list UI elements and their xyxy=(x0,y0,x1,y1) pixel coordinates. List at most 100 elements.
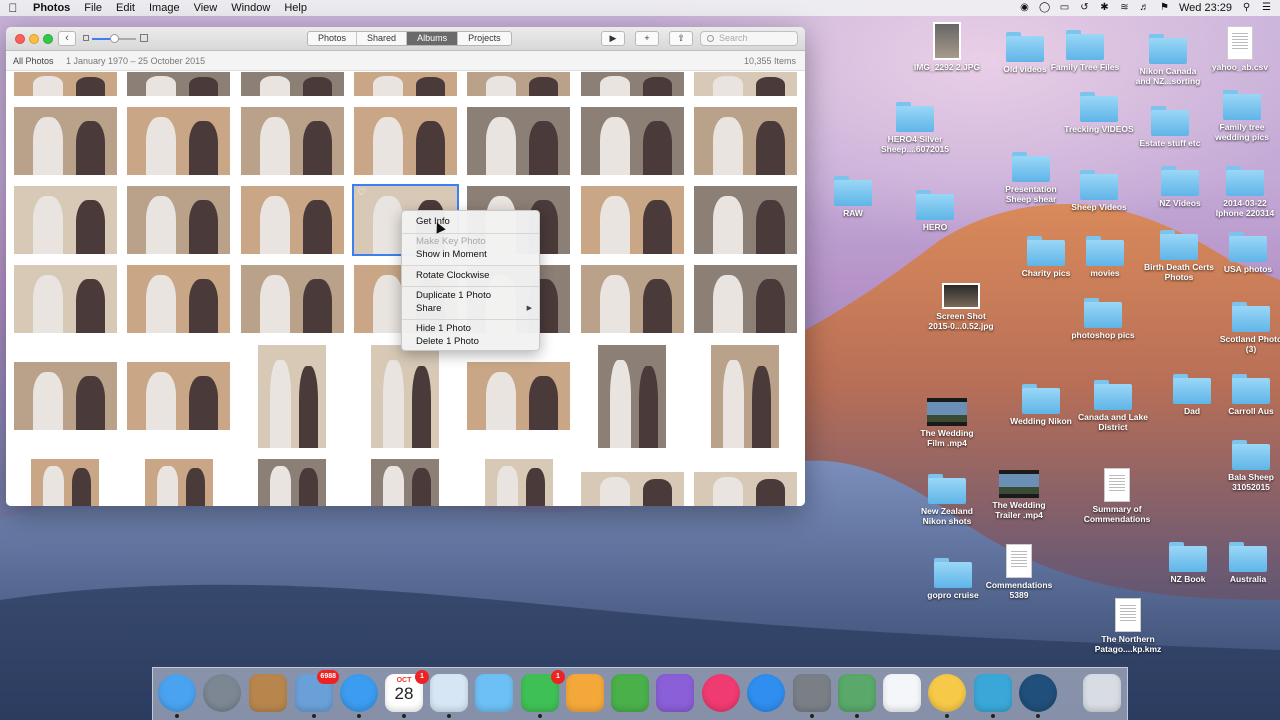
photo-thumbnail[interactable] xyxy=(258,345,326,448)
photo-thumbnail[interactable] xyxy=(241,186,344,254)
desktop-icon[interactable]: Scotland Photo (3) xyxy=(1216,302,1280,354)
desktop-icon[interactable]: NZ Videos xyxy=(1145,166,1215,208)
tab-shared[interactable]: Shared xyxy=(357,32,408,45)
menu-item-share[interactable]: Share xyxy=(416,303,441,315)
photo-thumbnail[interactable] xyxy=(127,362,230,430)
desktop-icon[interactable]: Bala Sheep 31052015 xyxy=(1216,440,1280,492)
photo-thumbnail[interactable] xyxy=(127,265,230,333)
mail-icon[interactable]: 6988 xyxy=(295,670,339,712)
menu-help[interactable]: Help xyxy=(277,0,314,16)
photo-thumbnail[interactable] xyxy=(581,472,684,506)
photo-thumbnail[interactable] xyxy=(467,72,570,96)
minimize-button[interactable] xyxy=(29,34,39,44)
photo-thumbnail[interactable] xyxy=(258,459,326,506)
slideshow-button[interactable]: ▶ xyxy=(601,31,625,46)
photo-thumbnail[interactable] xyxy=(241,72,344,96)
photo-thumbnail[interactable] xyxy=(14,72,117,96)
add-button[interactable]: + xyxy=(635,31,659,46)
calendar-icon[interactable]: OCT 28 1 xyxy=(385,670,429,712)
photo-thumbnail[interactable] xyxy=(598,345,666,448)
photo-thumbnail[interactable] xyxy=(14,265,117,333)
circle-icon[interactable]: ◯ xyxy=(1039,3,1050,13)
menu-item-show-in-moment[interactable]: Show in Moment xyxy=(416,249,487,261)
launchpad-icon[interactable] xyxy=(203,674,241,712)
photo-thumbnail[interactable] xyxy=(371,459,439,506)
desktop-icon[interactable]: Sheep Videos xyxy=(1064,170,1134,212)
desktop-icon[interactable]: Summary of Commendations xyxy=(1082,468,1152,524)
desktop-icon[interactable]: 2014-03-22 Iphone 220314 xyxy=(1210,166,1280,218)
photo-thumbnail[interactable] xyxy=(127,107,230,175)
apple-icon[interactable]:  xyxy=(0,1,26,15)
desktop-icon[interactable]: Commendations 5389 xyxy=(984,544,1054,600)
photo-thumbnail[interactable] xyxy=(581,72,684,96)
desktop-icon[interactable]: Nikon Canada and NZ...sorting xyxy=(1133,34,1203,86)
time-machine-icon[interactable]: ↺ xyxy=(1079,3,1090,13)
preview-icon[interactable] xyxy=(430,674,468,712)
photo-thumbnail[interactable] xyxy=(694,472,797,506)
desktop-icon[interactable]: Australia xyxy=(1213,542,1280,584)
photos-maps-icon[interactable] xyxy=(838,674,876,712)
app-store-icon[interactable] xyxy=(747,674,785,712)
photo-thumbnail[interactable] xyxy=(694,265,797,333)
close-button[interactable] xyxy=(15,34,25,44)
menu-item-duplicate[interactable]: Duplicate 1 Photo xyxy=(416,290,491,302)
photo-thumbnail[interactable] xyxy=(354,107,457,175)
desktop-icon[interactable]: HERO xyxy=(900,190,970,232)
desktop-icon[interactable]: photoshop pics xyxy=(1068,298,1138,340)
back-button[interactable]: ‹ xyxy=(58,31,76,46)
photo-thumbnail[interactable] xyxy=(581,265,684,333)
desktop-icon[interactable]: Screen Shot 2015-0...0.52.jpg xyxy=(926,283,996,331)
desktop-icon[interactable]: yahoo_ab.csv xyxy=(1205,26,1275,72)
photo-thumbnail[interactable] xyxy=(127,72,230,96)
quicktime-icon[interactable] xyxy=(1019,674,1057,712)
photo-thumbnail[interactable] xyxy=(14,186,117,254)
photo-thumbnail[interactable] xyxy=(467,107,570,175)
photo-thumbnail[interactable] xyxy=(581,186,684,254)
photo-thumbnail[interactable] xyxy=(371,345,439,448)
photo-thumbnail[interactable] xyxy=(694,72,797,96)
trash-icon[interactable] xyxy=(1083,674,1121,712)
photo-thumbnail[interactable] xyxy=(241,265,344,333)
photo-thumbnail[interactable] xyxy=(485,459,553,506)
photo-thumbnail[interactable] xyxy=(711,345,779,448)
desktop-icon[interactable]: The Wedding Trailer .mp4 xyxy=(984,470,1054,520)
desktop-icon[interactable]: IMG_2292 2.JPG xyxy=(912,22,982,72)
menubar-clock[interactable]: Wed 23:29 xyxy=(1179,2,1232,14)
system-preferences-icon[interactable] xyxy=(793,674,831,712)
desktop-icon[interactable]: New Zealand Nikon shots xyxy=(912,474,982,526)
heart-icon[interactable]: ♡ xyxy=(357,187,366,198)
fullscreen-button[interactable] xyxy=(43,34,53,44)
photo-thumbnail[interactable] xyxy=(127,186,230,254)
wifi-icon[interactable]: ≋ xyxy=(1119,3,1130,13)
menu-file[interactable]: File xyxy=(77,0,109,16)
finder-icon[interactable] xyxy=(158,674,196,712)
desktop-icon[interactable]: Trecking VIDEOS xyxy=(1064,92,1134,134)
desktop-icon[interactable]: Wedding Nikon xyxy=(1006,384,1076,426)
desktop-icon[interactable]: movies xyxy=(1070,236,1140,278)
menu-item-rotate-clockwise[interactable]: Rotate Clockwise xyxy=(416,270,489,282)
desktop-icon[interactable]: USA photos xyxy=(1213,232,1280,274)
share-button[interactable]: ⇧ xyxy=(669,31,693,46)
desktop-icon[interactable]: The Northern Patago....kp.kmz xyxy=(1093,598,1163,654)
notification-center-icon[interactable]: ☰ xyxy=(1261,3,1272,13)
photo-thumbnail[interactable] xyxy=(694,186,797,254)
app-icon[interactable] xyxy=(974,674,1012,712)
desktop-icon[interactable]: Presentation Sheep shear xyxy=(996,152,1066,204)
photo-thumbnail[interactable] xyxy=(581,107,684,175)
desktop-icon[interactable]: The Wedding Film .mp4 xyxy=(912,398,982,448)
tab-photos[interactable]: Photos xyxy=(308,32,358,45)
desktop-icon[interactable]: gopro cruise xyxy=(918,558,988,600)
search-field[interactable]: Search xyxy=(700,31,798,46)
desktop-icon[interactable]: Canada and Lake District xyxy=(1078,380,1148,432)
photo-thumbnail[interactable] xyxy=(145,459,213,506)
airplay-icon[interactable]: ▭ xyxy=(1059,3,1070,13)
menu-edit[interactable]: Edit xyxy=(109,0,142,16)
menu-item-make-key-photo[interactable]: Make Key Photo xyxy=(416,236,486,248)
photo-thumbnail[interactable] xyxy=(14,362,117,430)
menu-item-delete[interactable]: Delete 1 Photo xyxy=(416,336,479,348)
tab-projects[interactable]: Projects xyxy=(458,32,511,45)
desktop-icon[interactable]: Estate stuff etc xyxy=(1135,106,1205,148)
photo-thumbnail[interactable] xyxy=(241,107,344,175)
flag-icon[interactable]: ⚑ xyxy=(1159,3,1170,13)
menu-view[interactable]: View xyxy=(187,0,225,16)
